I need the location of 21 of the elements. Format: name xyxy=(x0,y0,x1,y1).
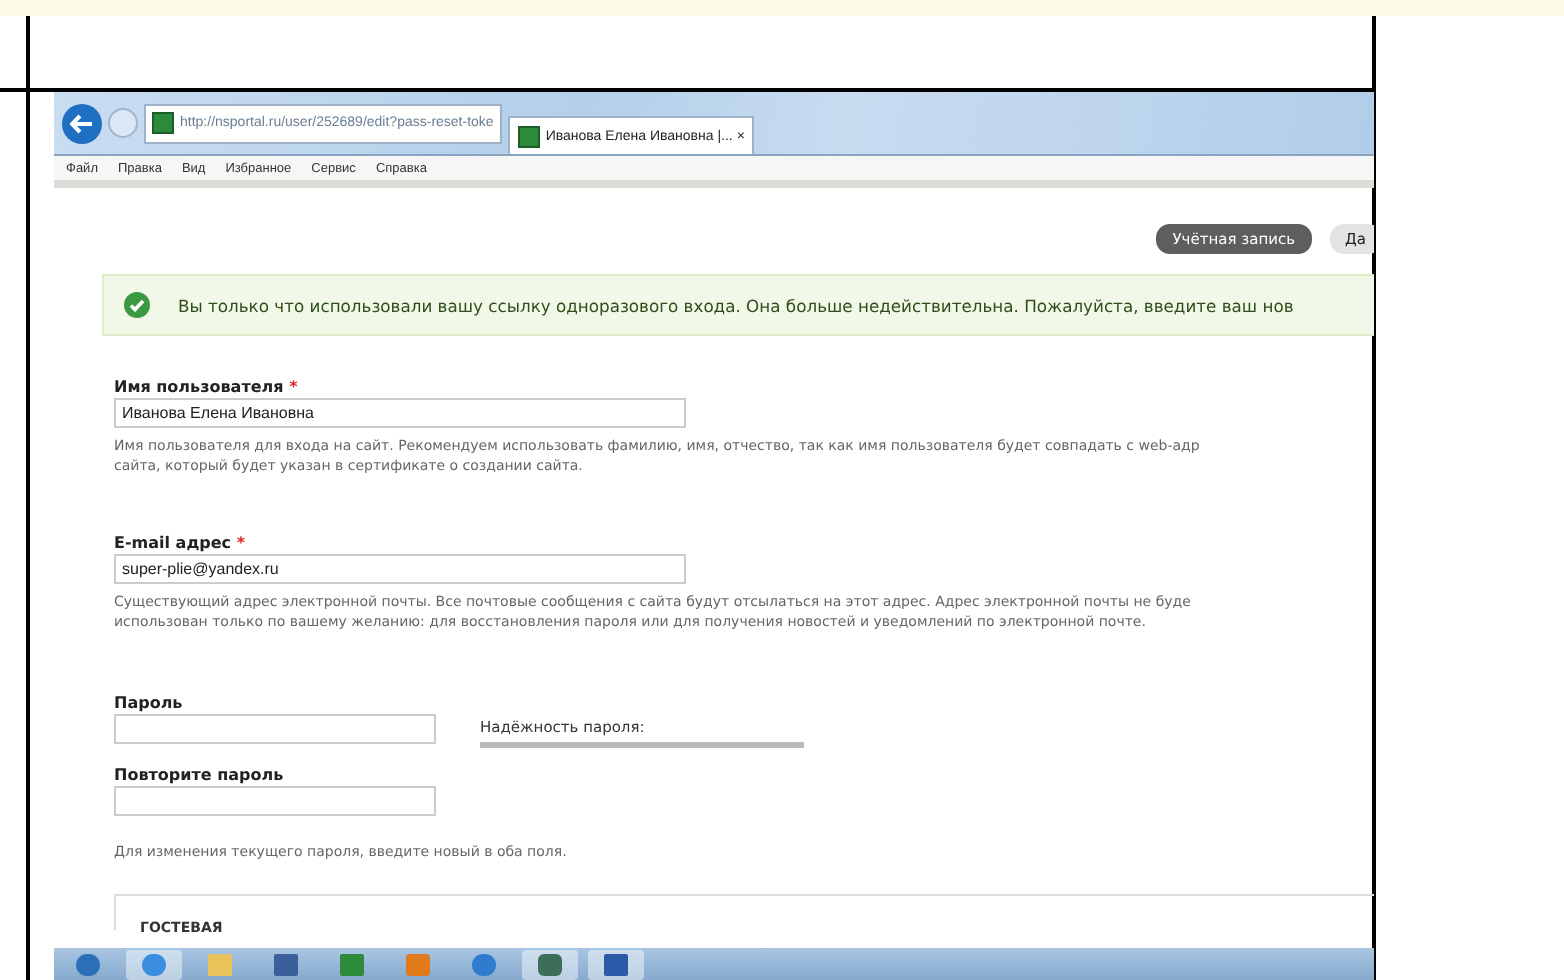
field-label: Имя пользователя * xyxy=(114,378,300,396)
favicon-icon xyxy=(517,125,540,147)
arrow-left-icon xyxy=(70,113,94,133)
field-label: Повторите пароль xyxy=(114,766,286,784)
input-field[interactable]: Иванова Елена Ивановна xyxy=(114,398,686,428)
taskbar-button[interactable] xyxy=(126,949,182,979)
start-orb-icon xyxy=(76,953,100,975)
taskbar-button[interactable] xyxy=(588,949,644,979)
field-label: Пароль xyxy=(114,694,185,712)
required-mark: * xyxy=(236,534,246,552)
message-text: Вы только что использовали вашу ссылку одноразового входа. Она больше недействительна. Пожалуйста, введите ваш нов xyxy=(178,295,1294,315)
back-button[interactable] xyxy=(62,103,102,143)
check-icon xyxy=(124,292,150,318)
input-field[interactable]: super-plie@yandex.ru xyxy=(114,554,686,584)
required-mark: * xyxy=(289,378,298,396)
forward-button[interactable] xyxy=(108,108,138,138)
taskbar-button[interactable] xyxy=(522,949,578,979)
favicon-icon xyxy=(152,112,174,134)
password-field[interactable] xyxy=(114,714,436,744)
field-label: E-mail адрес * xyxy=(114,534,248,552)
password-field[interactable] xyxy=(114,786,436,816)
